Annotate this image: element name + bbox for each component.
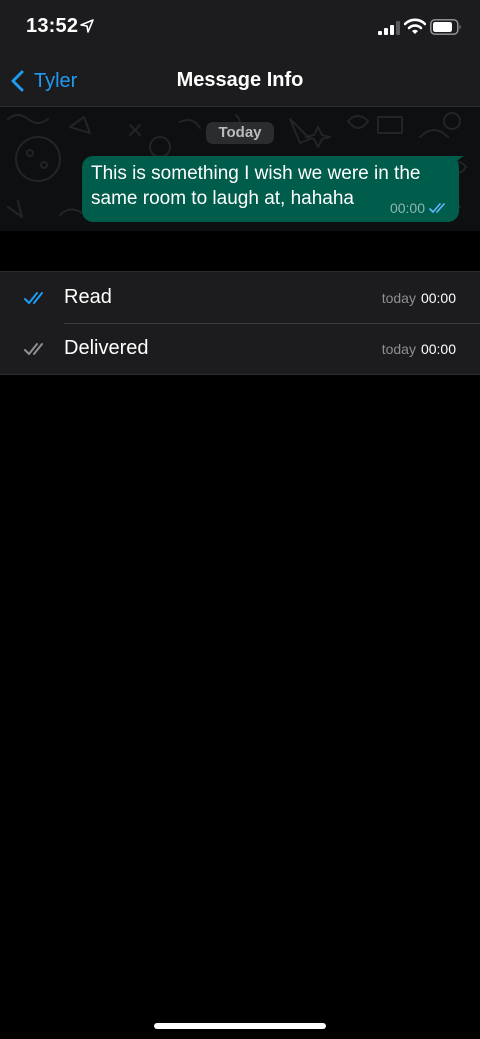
receipt-label: Delivered	[64, 337, 149, 359]
navigation-bar: Tyler Message Info	[0, 56, 480, 107]
status-time: 13:52	[26, 15, 79, 37]
receipt-list: Read today 00:00 Delivered today 00:00	[0, 271, 480, 375]
row-divider	[64, 323, 480, 324]
receipt-label: Read	[64, 286, 112, 308]
cellular-signal-icon	[378, 21, 400, 35]
message-time: 00:00	[389, 200, 425, 216]
message-meta: 00:00	[390, 200, 449, 216]
receipt-time: today 00:00	[381, 290, 456, 306]
outgoing-message-bubble[interactable]: This is something I wish we were in the …	[82, 156, 459, 222]
message-info-screen: 13:52 Tyler Message Info Today This is s…	[0, 0, 480, 1039]
receipt-time: today 00:00	[381, 341, 456, 357]
chat-preview: Today This is something I wish we were i…	[0, 107, 480, 231]
date-separator-pill: Today	[206, 122, 274, 144]
location-arrow-icon	[80, 19, 94, 33]
receipt-row-read: Read today 00:00	[0, 272, 480, 323]
double-check-read-icon	[429, 203, 445, 213]
double-check-read-icon	[24, 292, 43, 304]
battery-icon	[430, 19, 461, 35]
double-check-delivered-icon	[24, 343, 43, 355]
wifi-icon	[404, 18, 426, 34]
status-bar: 13:52	[0, 0, 480, 56]
home-indicator[interactable]	[154, 1023, 326, 1029]
page-title: Message Info	[176, 69, 304, 91]
receipt-row-delivered: Delivered today 00:00	[0, 323, 480, 374]
